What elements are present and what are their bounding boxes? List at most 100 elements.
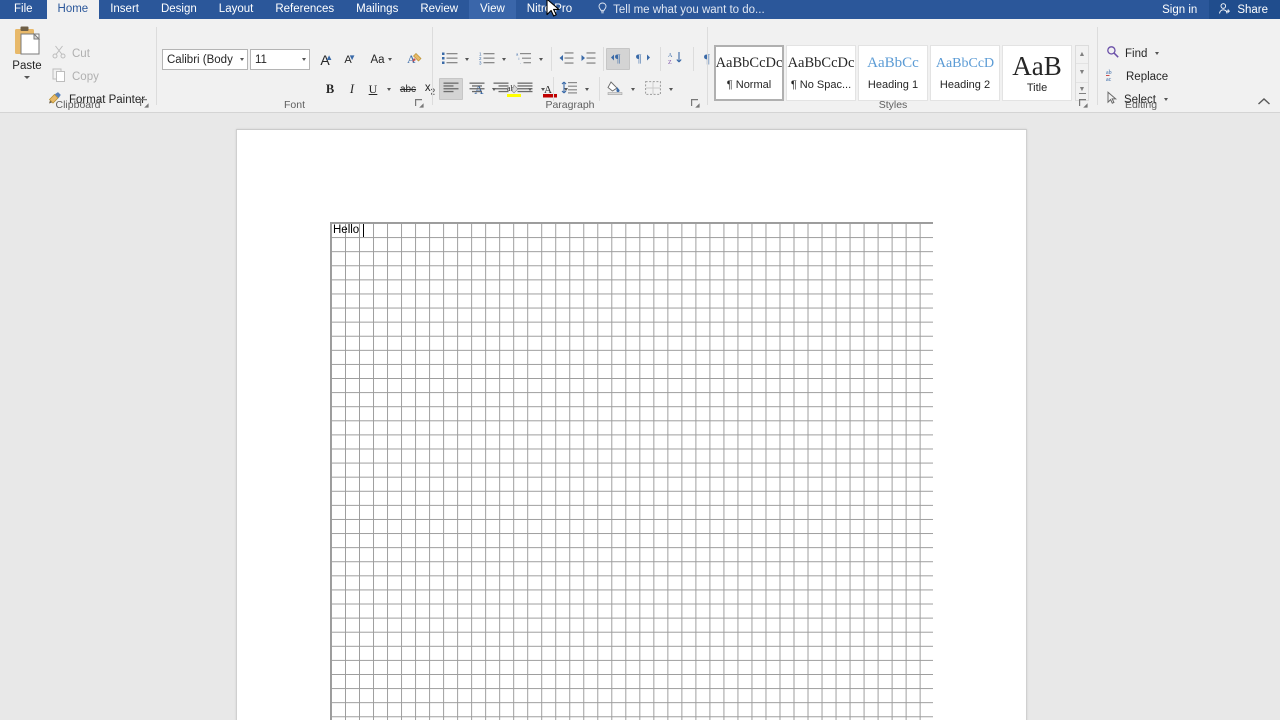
replace-abac-icon: ab ac	[1106, 68, 1121, 85]
ribbon-group-styles: AaBbCcDc ¶ Normal AaBbCcDc ¶ No Spac... …	[708, 19, 1097, 113]
tell-me-search[interactable]: Tell me what you want to do...	[583, 0, 775, 19]
tab-mailings[interactable]: Mailings	[345, 0, 409, 19]
style-item-title[interactable]: AaB Title	[1002, 45, 1072, 101]
bold-label: B	[325, 82, 335, 96]
scroll-up-icon[interactable]: ▲	[1076, 46, 1088, 65]
borders-dropdown[interactable]	[665, 78, 677, 100]
style-item-normal[interactable]: AaBbCcDc ¶ Normal	[714, 45, 784, 101]
tab-review[interactable]: Review	[409, 0, 469, 19]
svg-text:·: ·	[520, 60, 521, 65]
align-left-button[interactable]	[439, 78, 463, 100]
cut-button[interactable]: Cut	[52, 45, 90, 62]
change-case-button[interactable]: Aa	[364, 49, 398, 70]
mouse-pointer-icon	[546, 0, 562, 20]
align-right-icon	[493, 82, 509, 97]
styles-dialog-launcher[interactable]	[1078, 98, 1089, 109]
find-button[interactable]: Find	[1106, 45, 1160, 62]
multilevel-list-dropdown[interactable]	[535, 48, 547, 70]
line-spacing-dropdown[interactable]	[581, 78, 593, 100]
style-item-heading-1[interactable]: AaBbCс Heading 1	[858, 45, 928, 101]
style-preview: AaBbCcD	[935, 55, 995, 71]
justify-dropdown[interactable]	[537, 78, 549, 100]
chevron-down-icon[interactable]	[302, 58, 306, 61]
style-preview: AaBbCcDc	[715, 55, 783, 71]
underline-dropdown[interactable]	[382, 79, 395, 100]
collapse-ribbon-button[interactable]	[1256, 96, 1272, 110]
down-arrow-icon: ▼	[348, 53, 356, 62]
para-sep-c	[660, 47, 661, 71]
style-item-no-spacing[interactable]: AaBbCcDc ¶ No Spac...	[786, 45, 856, 101]
sort-button[interactable]: AZ	[664, 48, 688, 70]
chevron-down-icon[interactable]	[240, 58, 244, 61]
chevron-down-icon[interactable]	[24, 76, 30, 79]
grow-font-button[interactable]: A ▲	[314, 49, 336, 70]
bold-button[interactable]: B	[320, 79, 340, 100]
ribbon-group-editing: Find ab ac Replace Select Editing	[1098, 19, 1184, 113]
document-page[interactable]: Hello	[236, 129, 1027, 720]
increase-indent-button[interactable]	[577, 48, 599, 70]
group-label-clipboard: Clipboard	[55, 99, 101, 111]
copy-button[interactable]: Copy	[52, 68, 99, 85]
shading-dropdown[interactable]	[627, 78, 639, 100]
tab-file[interactable]: File	[0, 0, 47, 19]
replace-button[interactable]: ab ac Replace	[1106, 68, 1168, 85]
shrink-font-button[interactable]: A ▼	[337, 49, 359, 70]
document-table-grid[interactable]: Hello	[330, 222, 933, 720]
group-label-paragraph: Paragraph	[545, 99, 595, 111]
decrease-indent-button[interactable]	[555, 48, 577, 70]
strikethrough-button[interactable]: abc	[397, 79, 419, 100]
line-spacing-button[interactable]	[557, 78, 581, 100]
ribbon-group-clipboard: Paste Cut Copy Format Painter Clipboard	[0, 19, 156, 113]
tab-insert[interactable]: Insert	[99, 0, 150, 19]
titlebar-right: Sign in Share	[1150, 0, 1280, 19]
paste-label: Paste	[12, 60, 42, 72]
text-direction-rtl-button[interactable]: ¶	[631, 48, 655, 70]
para-sep-a	[551, 47, 552, 71]
chevron-down-icon[interactable]	[1155, 52, 1160, 55]
font-dialog-launcher[interactable]	[414, 98, 425, 109]
numbering-button[interactable]: 123	[476, 48, 498, 70]
find-label: Find	[1125, 47, 1148, 60]
para-sep-d	[693, 47, 694, 71]
style-item-heading-2[interactable]: AaBbCcD Heading 2	[930, 45, 1000, 101]
clear-formatting-button[interactable]: A	[404, 49, 426, 70]
borders-button[interactable]	[641, 78, 665, 100]
bullets-dropdown[interactable]	[461, 48, 473, 70]
align-center-button[interactable]	[465, 78, 489, 100]
style-preview: AaBbCcDc	[787, 55, 855, 71]
chevron-down-icon	[541, 87, 545, 91]
numbering-dropdown[interactable]	[498, 48, 510, 70]
justify-icon	[517, 82, 533, 97]
multilevel-list-button[interactable]: a i ·	[513, 48, 535, 70]
document-canvas[interactable]: Hello	[0, 114, 1280, 720]
tab-design[interactable]: Design	[150, 0, 208, 19]
paste-button[interactable]: Paste	[6, 23, 48, 95]
bullets-button[interactable]	[439, 48, 461, 70]
tell-me-text: Tell me what you want to do...	[613, 3, 765, 16]
text-direction-ltr-button[interactable]: ¶	[606, 48, 630, 70]
tab-layout[interactable]: Layout	[208, 0, 265, 19]
chevron-down-icon[interactable]	[387, 58, 392, 61]
clipboard-dialog-launcher[interactable]	[139, 98, 150, 109]
styles-scrollbar[interactable]: ▲ ▼ ▼	[1075, 45, 1089, 101]
style-preview: AaBbCс	[867, 55, 919, 71]
magnifier-icon	[1106, 45, 1120, 62]
share-button[interactable]: Share	[1209, 0, 1280, 19]
align-right-button[interactable]	[489, 78, 513, 100]
justify-button[interactable]	[513, 78, 537, 100]
tab-references[interactable]: References	[264, 0, 345, 19]
paragraph-dialog-launcher[interactable]	[690, 98, 701, 109]
scroll-down-icon[interactable]: ▼	[1076, 64, 1088, 83]
font-size-combo[interactable]: 11	[250, 49, 310, 70]
person-add-icon	[1218, 2, 1232, 18]
align-center-icon	[469, 82, 485, 97]
font-name-combo[interactable]: Calibri (Body	[162, 49, 248, 70]
up-arrow-icon: ▲	[325, 53, 333, 62]
italic-button[interactable]: I	[342, 79, 362, 100]
tab-view[interactable]: View	[469, 0, 516, 19]
sign-in-button[interactable]: Sign in	[1150, 0, 1209, 19]
underline-button[interactable]: U	[364, 79, 382, 100]
tab-home[interactable]: Home	[46, 0, 100, 19]
shading-button[interactable]	[603, 78, 627, 100]
line-spacing-icon	[561, 81, 578, 97]
